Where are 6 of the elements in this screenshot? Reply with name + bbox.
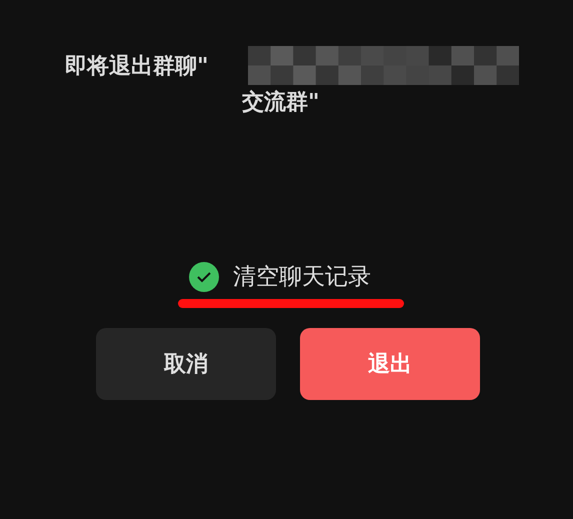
option-label: 清空聊天记录 <box>233 263 371 292</box>
cancel-button[interactable]: 取消 <box>96 328 276 400</box>
checkbox[interactable] <box>189 262 219 292</box>
dialog-title: 即将退出群聊" <box>65 53 208 81</box>
check-icon <box>196 271 212 284</box>
dialog-title: 交流群" <box>242 88 320 117</box>
